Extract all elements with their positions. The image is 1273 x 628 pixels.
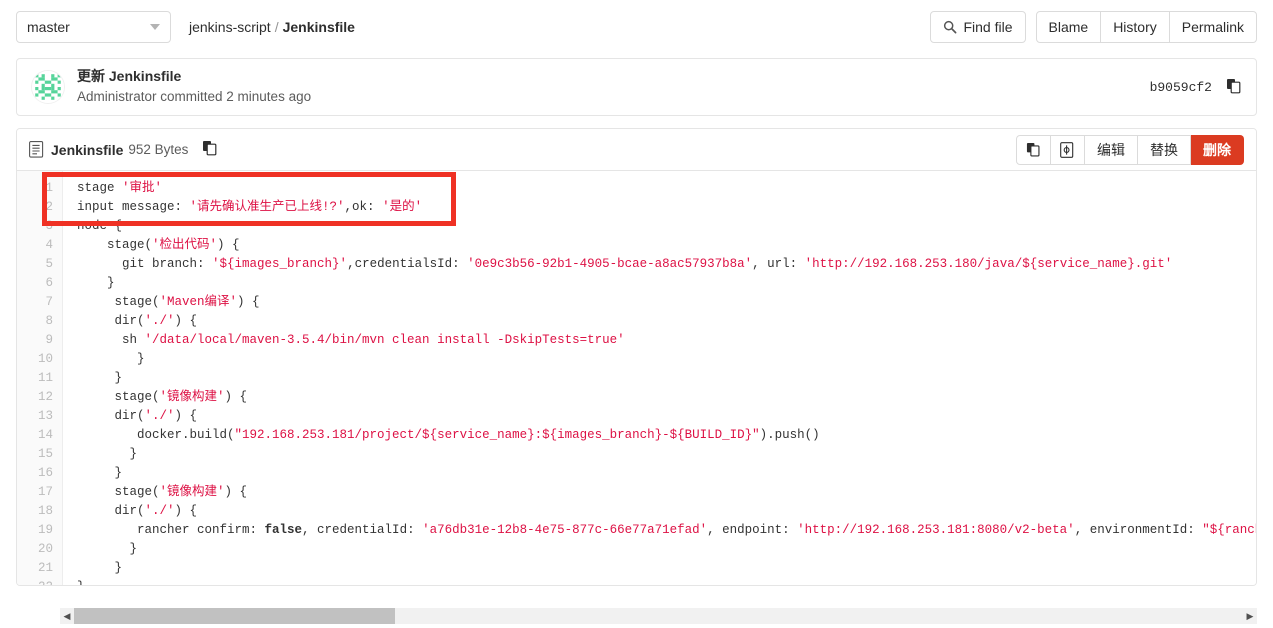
line-number: 4	[45, 238, 53, 252]
source-code: stage '审批' input message: '请先确认准生产已上线!?'…	[77, 181, 1256, 585]
scroll-right-arrow-icon[interactable]: ▶	[1243, 608, 1257, 624]
copy-icon	[1227, 78, 1241, 93]
line-number: 13	[37, 409, 53, 423]
commit-text: 更新 Jenkinsfile Administrator committed 2…	[77, 67, 311, 106]
line-number: 18	[37, 504, 53, 518]
toolbar: master jenkins-script / Jenkinsfile Find f…	[0, 0, 1273, 46]
file-header: Jenkinsfile 952 Bytes 编辑 替换 删除	[17, 129, 1256, 171]
open-raw-button[interactable]	[1051, 134, 1085, 165]
line-number: 2	[45, 200, 53, 214]
toolbar-actions: Find file Blame History Permalink	[930, 11, 1257, 43]
history-button[interactable]: History	[1101, 11, 1170, 43]
line-number: 17	[37, 485, 53, 499]
file-view-button-group: Blame History Permalink	[1035, 11, 1257, 43]
code-viewer: 12345678910111213141516171819202122 stag…	[17, 171, 1256, 585]
line-number: 8	[45, 314, 53, 328]
line-number: 20	[37, 542, 53, 556]
file-panel: Jenkinsfile 952 Bytes 编辑 替换 删除 1 2 3 4 5…	[16, 128, 1257, 586]
line-number: 11	[37, 371, 53, 385]
commit-sha[interactable]: b9059cf2	[1150, 80, 1212, 95]
copy-icon	[1026, 142, 1040, 157]
copy-file-path-button[interactable]	[202, 140, 218, 159]
commit-message[interactable]: 更新 Jenkinsfile	[77, 67, 311, 86]
commit-author-meta: Administrator committed 2 minutes ago	[77, 89, 312, 105]
commit-sha-area: b9059cf2	[1150, 78, 1242, 97]
line-number: 16	[37, 466, 53, 480]
find-file-label: Find file	[963, 19, 1013, 35]
line-number: 5	[45, 257, 53, 271]
line-number: 15	[37, 447, 53, 461]
line-number: 9	[45, 333, 53, 347]
scroll-left-arrow-icon[interactable]: ◀	[60, 608, 74, 624]
copy-sha-button[interactable]	[1226, 78, 1242, 97]
avatar	[31, 70, 65, 104]
replace-button[interactable]: 替换	[1138, 134, 1191, 165]
line-number: 1	[45, 181, 53, 195]
commit-header: 更新 Jenkinsfile Administrator committed 2…	[17, 59, 1256, 115]
line-number: 19	[37, 523, 53, 537]
line-number: 6	[45, 276, 53, 290]
scrollbar-track[interactable]	[74, 608, 1243, 624]
file-size: 952 Bytes	[128, 142, 189, 157]
delete-button[interactable]: 删除	[1191, 134, 1244, 165]
blame-button[interactable]: Blame	[1035, 11, 1102, 43]
code-body: 12345678910111213141516171819202122 stag…	[17, 171, 1256, 585]
line-number: 12	[37, 390, 53, 404]
breadcrumb-repo-link[interactable]: jenkins-script	[189, 19, 271, 35]
file-action-buttons: 编辑 替换 删除	[1016, 134, 1244, 165]
breadcrumb: jenkins-script / Jenkinsfile	[189, 19, 355, 35]
permalink-button[interactable]: Permalink	[1169, 11, 1257, 43]
line-number: 21	[37, 561, 53, 575]
identicon-avatar-icon	[32, 71, 64, 103]
scrollbar-thumb[interactable]	[74, 608, 396, 624]
file-name: Jenkinsfile	[51, 141, 124, 158]
line-number: 3	[45, 219, 53, 233]
line-number-gutter: 12345678910111213141516171819202122	[17, 171, 63, 585]
open-raw-icon	[1060, 141, 1074, 158]
find-file-button[interactable]: Find file	[930, 11, 1026, 43]
commit-panel: 更新 Jenkinsfile Administrator committed 2…	[16, 58, 1257, 116]
breadcrumb-separator: /	[274, 19, 279, 35]
line-number: 14	[37, 428, 53, 442]
line-number: 10	[37, 352, 53, 366]
breadcrumb-current-file: Jenkinsfile	[282, 19, 355, 35]
code-content[interactable]: stage '审批' input message: '请先确认准生产已上线!?'…	[63, 171, 1256, 585]
search-icon	[944, 20, 957, 34]
file-icon	[29, 141, 44, 158]
chevron-down-icon	[150, 24, 160, 30]
line-number: 22	[17, 578, 62, 585]
branch-selector-label: master	[27, 19, 70, 35]
edit-button[interactable]: 编辑	[1085, 134, 1138, 165]
line-number: 7	[45, 295, 53, 309]
branch-selector[interactable]: master	[16, 11, 171, 43]
copy-contents-button[interactable]	[1016, 134, 1051, 165]
horizontal-scrollbar[interactable]: ◀ ▶	[60, 608, 1257, 624]
copy-icon	[203, 141, 217, 156]
